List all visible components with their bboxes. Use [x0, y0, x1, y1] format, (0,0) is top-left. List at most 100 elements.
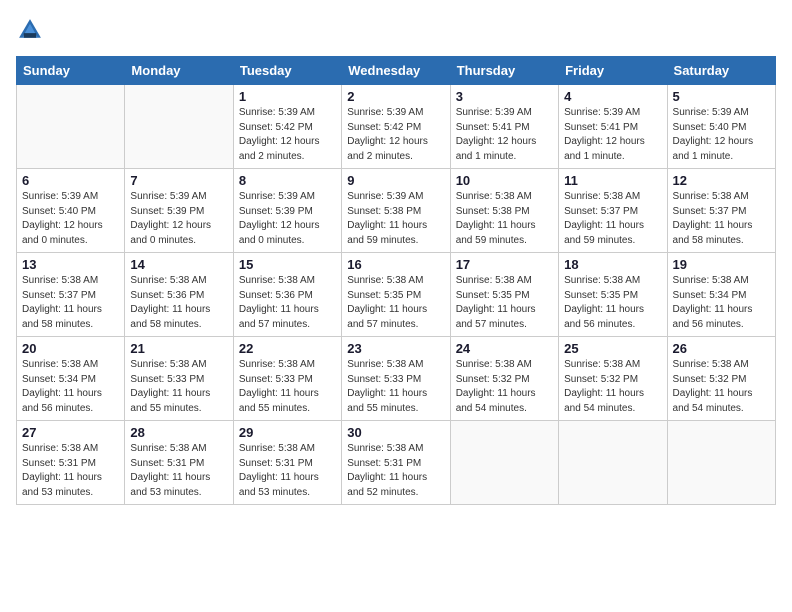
- week-row-5: 27 Sunrise: 5:38 AM Sunset: 5:31 PM Dayli…: [17, 421, 776, 505]
- day-info: Sunrise: 5:39 AM Sunset: 5:38 PM Dayligh…: [347, 190, 444, 248]
- calendar-table: SundayMondayTuesdayWednesdayThursdayFrid…: [16, 56, 776, 505]
- day-number: 15: [239, 257, 336, 272]
- day-number: 21: [130, 341, 227, 356]
- day-number: 6: [22, 173, 119, 188]
- day-info: Sunrise: 5:39 AM Sunset: 5:39 PM Dayligh…: [239, 190, 336, 248]
- day-number: 2: [347, 89, 444, 104]
- day-number: 13: [22, 257, 119, 272]
- day-number: 29: [239, 425, 336, 440]
- calendar-cell: 9 Sunrise: 5:39 AM Sunset: 5:38 PM Daylig…: [342, 169, 450, 253]
- weekday-header-tuesday: Tuesday: [233, 57, 341, 85]
- calendar-cell: 20 Sunrise: 5:38 AM Sunset: 5:34 PM Dayli…: [17, 337, 125, 421]
- day-number: 30: [347, 425, 444, 440]
- day-number: 28: [130, 425, 227, 440]
- calendar-cell: 3 Sunrise: 5:39 AM Sunset: 5:41 PM Daylig…: [450, 85, 558, 169]
- day-number: 7: [130, 173, 227, 188]
- calendar-cell: 8 Sunrise: 5:39 AM Sunset: 5:39 PM Daylig…: [233, 169, 341, 253]
- calendar-cell: [559, 421, 667, 505]
- week-row-1: 1 Sunrise: 5:39 AM Sunset: 5:42 PM Daylig…: [17, 85, 776, 169]
- calendar-cell: 23 Sunrise: 5:38 AM Sunset: 5:33 PM Dayli…: [342, 337, 450, 421]
- day-info: Sunrise: 5:39 AM Sunset: 5:39 PM Dayligh…: [130, 190, 227, 248]
- day-info: Sunrise: 5:38 AM Sunset: 5:34 PM Dayligh…: [22, 358, 119, 416]
- week-row-3: 13 Sunrise: 5:38 AM Sunset: 5:37 PM Dayli…: [17, 253, 776, 337]
- day-info: Sunrise: 5:38 AM Sunset: 5:34 PM Dayligh…: [673, 274, 770, 332]
- day-info: Sunrise: 5:38 AM Sunset: 5:33 PM Dayligh…: [130, 358, 227, 416]
- day-info: Sunrise: 5:38 AM Sunset: 5:36 PM Dayligh…: [130, 274, 227, 332]
- calendar-cell: 6 Sunrise: 5:39 AM Sunset: 5:40 PM Daylig…: [17, 169, 125, 253]
- calendar-cell: 17 Sunrise: 5:38 AM Sunset: 5:35 PM Dayli…: [450, 253, 558, 337]
- day-info: Sunrise: 5:38 AM Sunset: 5:32 PM Dayligh…: [456, 358, 553, 416]
- day-info: Sunrise: 5:38 AM Sunset: 5:37 PM Dayligh…: [22, 274, 119, 332]
- weekday-header-monday: Monday: [125, 57, 233, 85]
- day-number: 3: [456, 89, 553, 104]
- day-info: Sunrise: 5:38 AM Sunset: 5:36 PM Dayligh…: [239, 274, 336, 332]
- day-number: 27: [22, 425, 119, 440]
- calendar-cell: 2 Sunrise: 5:39 AM Sunset: 5:42 PM Daylig…: [342, 85, 450, 169]
- calendar-cell: 14Sunrise: 5:38 AM Sunset: 5:36 PM Dayli…: [125, 253, 233, 337]
- calendar-cell: [17, 85, 125, 169]
- day-number: 22: [239, 341, 336, 356]
- day-info: Sunrise: 5:38 AM Sunset: 5:37 PM Dayligh…: [673, 190, 770, 248]
- calendar-cell: 22 Sunrise: 5:38 AM Sunset: 5:33 PM Dayli…: [233, 337, 341, 421]
- calendar-cell: 19Sunrise: 5:38 AM Sunset: 5:34 PM Dayli…: [667, 253, 775, 337]
- calendar-cell: 21 Sunrise: 5:38 AM Sunset: 5:33 PM Dayli…: [125, 337, 233, 421]
- calendar-cell: 12 Sunrise: 5:38 AM Sunset: 5:37 PM Dayli…: [667, 169, 775, 253]
- calendar-cell: [667, 421, 775, 505]
- weekday-header-sunday: Sunday: [17, 57, 125, 85]
- logo-icon: [16, 16, 44, 44]
- day-info: Sunrise: 5:39 AM Sunset: 5:40 PM Dayligh…: [673, 106, 770, 164]
- calendar-cell: 28 Sunrise: 5:38 AM Sunset: 5:31 PM Dayli…: [125, 421, 233, 505]
- day-number: 12: [673, 173, 770, 188]
- weekday-header-friday: Friday: [559, 57, 667, 85]
- week-row-2: 6 Sunrise: 5:39 AM Sunset: 5:40 PM Daylig…: [17, 169, 776, 253]
- day-number: 4: [564, 89, 661, 104]
- day-info: Sunrise: 5:38 AM Sunset: 5:37 PM Dayligh…: [564, 190, 661, 248]
- calendar-cell: 27Sunrise: 5:38 AM Sunset: 5:31 PM Dayli…: [17, 421, 125, 505]
- calendar-cell: [450, 421, 558, 505]
- weekday-header-saturday: Saturday: [667, 57, 775, 85]
- calendar-cell: 1 Sunrise: 5:39 AM Sunset: 5:42 PM Daylig…: [233, 85, 341, 169]
- weekday-header-wednesday: Wednesday: [342, 57, 450, 85]
- day-number: 11: [564, 173, 661, 188]
- day-number: 5: [673, 89, 770, 104]
- calendar-cell: 24Sunrise: 5:38 AM Sunset: 5:32 PM Dayli…: [450, 337, 558, 421]
- day-number: 26: [673, 341, 770, 356]
- day-number: 17: [456, 257, 553, 272]
- day-number: 9: [347, 173, 444, 188]
- day-info: Sunrise: 5:38 AM Sunset: 5:31 PM Dayligh…: [130, 442, 227, 500]
- calendar-cell: 26Sunrise: 5:38 AM Sunset: 5:32 PM Dayli…: [667, 337, 775, 421]
- day-info: Sunrise: 5:38 AM Sunset: 5:33 PM Dayligh…: [239, 358, 336, 416]
- day-info: Sunrise: 5:39 AM Sunset: 5:42 PM Dayligh…: [239, 106, 336, 164]
- week-row-4: 20 Sunrise: 5:38 AM Sunset: 5:34 PM Dayli…: [17, 337, 776, 421]
- calendar-cell: 5 Sunrise: 5:39 AM Sunset: 5:40 PM Daylig…: [667, 85, 775, 169]
- day-number: 25: [564, 341, 661, 356]
- day-number: 8: [239, 173, 336, 188]
- calendar-cell: 29 Sunrise: 5:38 AM Sunset: 5:31 PM Dayli…: [233, 421, 341, 505]
- day-number: 23: [347, 341, 444, 356]
- day-number: 18: [564, 257, 661, 272]
- day-info: Sunrise: 5:38 AM Sunset: 5:31 PM Dayligh…: [239, 442, 336, 500]
- day-number: 1: [239, 89, 336, 104]
- calendar-cell: [125, 85, 233, 169]
- day-info: Sunrise: 5:39 AM Sunset: 5:41 PM Dayligh…: [564, 106, 661, 164]
- calendar-cell: 11 Sunrise: 5:38 AM Sunset: 5:37 PM Dayli…: [559, 169, 667, 253]
- day-info: Sunrise: 5:38 AM Sunset: 5:35 PM Dayligh…: [564, 274, 661, 332]
- page-header: [16, 16, 776, 44]
- day-info: Sunrise: 5:39 AM Sunset: 5:42 PM Dayligh…: [347, 106, 444, 164]
- day-info: Sunrise: 5:38 AM Sunset: 5:35 PM Dayligh…: [456, 274, 553, 332]
- calendar-cell: 30 Sunrise: 5:38 AM Sunset: 5:31 PM Dayli…: [342, 421, 450, 505]
- day-info: Sunrise: 5:38 AM Sunset: 5:31 PM Dayligh…: [347, 442, 444, 500]
- calendar-cell: 15 Sunrise: 5:38 AM Sunset: 5:36 PM Dayli…: [233, 253, 341, 337]
- day-info: Sunrise: 5:39 AM Sunset: 5:41 PM Dayligh…: [456, 106, 553, 164]
- calendar-cell: 13 Sunrise: 5:38 AM Sunset: 5:37 PM Dayli…: [17, 253, 125, 337]
- logo: [16, 16, 48, 44]
- day-info: Sunrise: 5:38 AM Sunset: 5:32 PM Dayligh…: [564, 358, 661, 416]
- calendar-cell: 25 Sunrise: 5:38 AM Sunset: 5:32 PM Dayli…: [559, 337, 667, 421]
- calendar-cell: 18 Sunrise: 5:38 AM Sunset: 5:35 PM Dayli…: [559, 253, 667, 337]
- day-info: Sunrise: 5:38 AM Sunset: 5:35 PM Dayligh…: [347, 274, 444, 332]
- day-number: 16: [347, 257, 444, 272]
- day-info: Sunrise: 5:39 AM Sunset: 5:40 PM Dayligh…: [22, 190, 119, 248]
- calendar-cell: 10Sunrise: 5:38 AM Sunset: 5:38 PM Dayli…: [450, 169, 558, 253]
- day-info: Sunrise: 5:38 AM Sunset: 5:33 PM Dayligh…: [347, 358, 444, 416]
- day-number: 20: [22, 341, 119, 356]
